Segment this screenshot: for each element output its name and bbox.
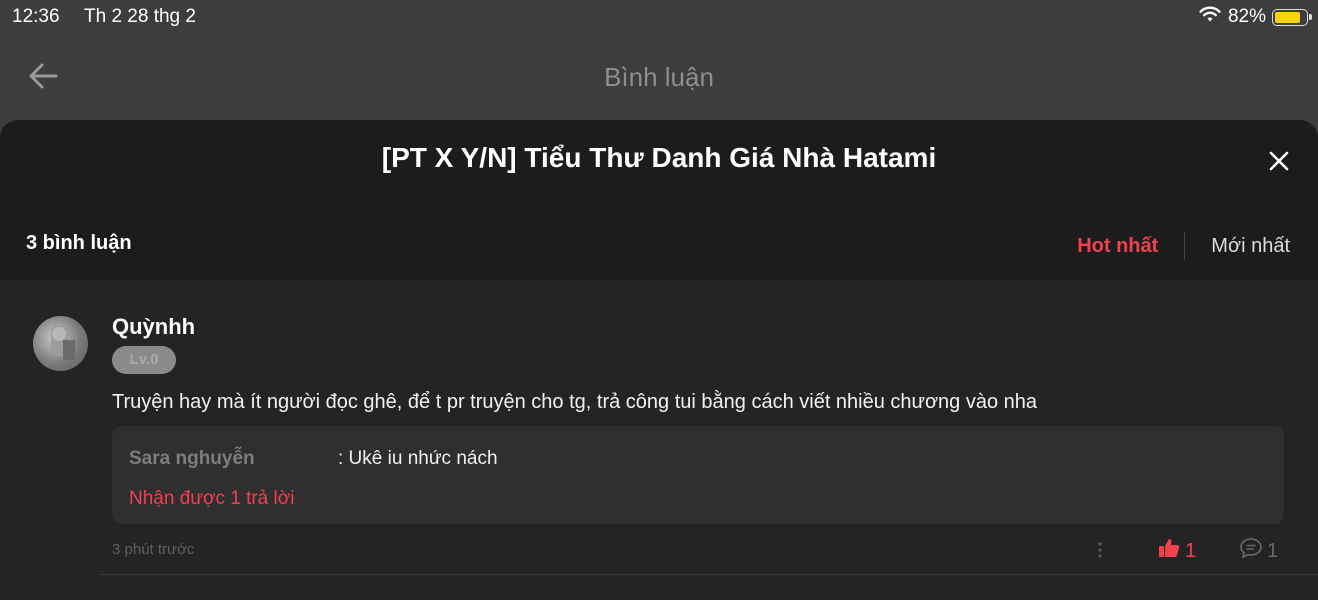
wifi-icon bbox=[1198, 5, 1222, 29]
more-options-icon[interactable] bbox=[1092, 540, 1108, 560]
status-date: Th 2 28 thg 2 bbox=[84, 6, 196, 27]
reply-preview[interactable]: Sara nghuyễn : Ukê iu nhức nách Nhận đượ… bbox=[112, 426, 1284, 524]
like-button[interactable]: 1 bbox=[1158, 537, 1196, 565]
sheet-title: [PT X Y/N] Tiểu Thư Danh Giá Nhà Hatami bbox=[381, 142, 937, 173]
close-icon[interactable] bbox=[1268, 150, 1290, 172]
sort-hot-button[interactable]: Hot nhất bbox=[1077, 235, 1158, 258]
status-bar: 12:36 Th 2 28 thg 2 82% bbox=[0, 0, 1318, 34]
status-time: 12:36 bbox=[12, 6, 60, 27]
comment-count: 3 bình luận bbox=[26, 232, 132, 254]
reply-count: 1 bbox=[1267, 539, 1279, 562]
comment-item: Quỳnhh Lv.0 Truyện hay mà ít người đọc g… bbox=[0, 280, 1318, 600]
reply-button[interactable]: 1 bbox=[1239, 537, 1278, 565]
thumbs-up-icon bbox=[1158, 537, 1180, 565]
battery-icon bbox=[1272, 8, 1312, 26]
reply-text: : Ukê iu nhức nách bbox=[338, 448, 498, 469]
like-count: 1 bbox=[1185, 539, 1197, 562]
comments-sheet: [PT X Y/N] Tiểu Thư Danh Giá Nhà Hatami … bbox=[0, 120, 1318, 600]
battery-percent: 82% bbox=[1227, 6, 1266, 27]
reply-count-link[interactable]: Nhận được 1 trả lời bbox=[129, 488, 294, 510]
status-right: 82% bbox=[1198, 5, 1312, 29]
comment-username[interactable]: Quỳnhh bbox=[112, 314, 195, 340]
battery-fill bbox=[1275, 11, 1300, 23]
nav-title: Bình luận bbox=[604, 62, 714, 92]
comment-text: Truyện hay mà ít người đọc ghê, để t pr … bbox=[112, 391, 1038, 413]
comment-time: 3 phút trước bbox=[112, 541, 195, 558]
nav-bar: Bình luận bbox=[0, 34, 1318, 134]
sort-divider bbox=[1184, 232, 1186, 260]
speech-bubble-icon bbox=[1239, 537, 1263, 565]
comment-divider bbox=[100, 574, 1318, 575]
sort-newest-button[interactable]: Mới nhất bbox=[1211, 235, 1290, 258]
level-badge: Lv.0 bbox=[112, 346, 176, 374]
sort-options: Hot nhất Mới nhất bbox=[1077, 232, 1290, 260]
avatar[interactable] bbox=[33, 316, 88, 371]
reply-username: Sara nghuyễn bbox=[129, 448, 255, 469]
